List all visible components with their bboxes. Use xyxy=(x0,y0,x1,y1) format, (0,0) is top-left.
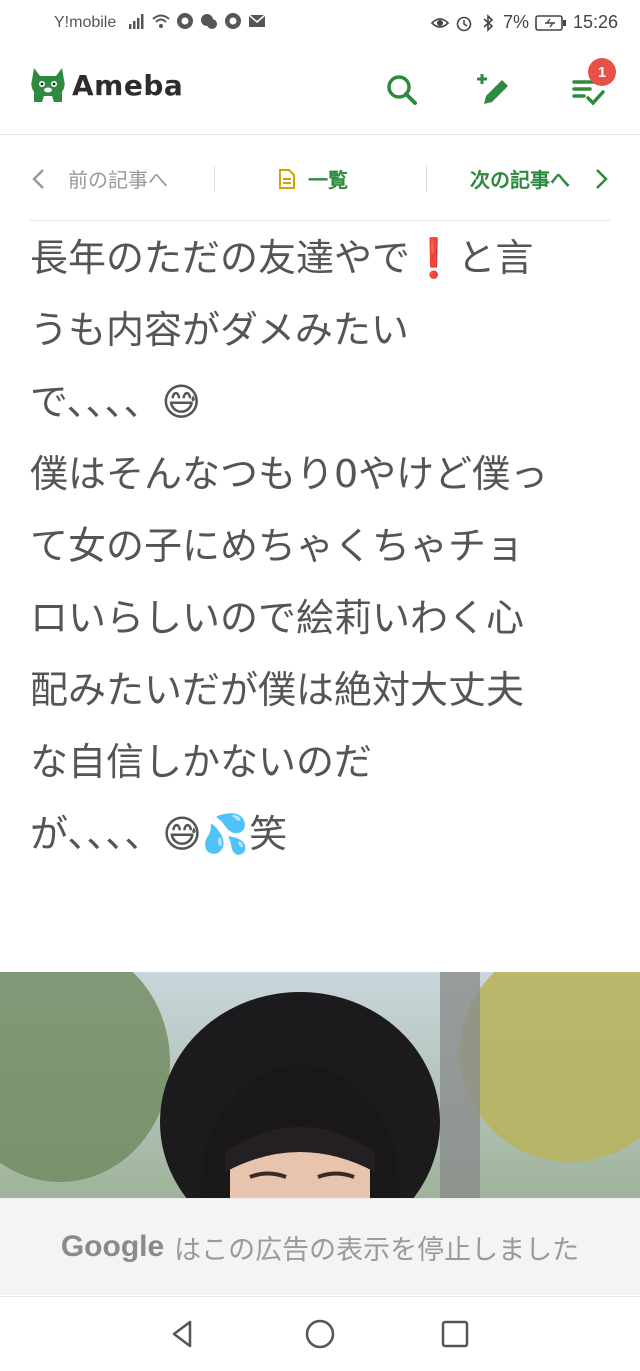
write-post-button[interactable] xyxy=(472,68,516,112)
battery-percent: 7% xyxy=(502,12,529,32)
chevron-right-icon xyxy=(596,168,608,189)
article-list-label: 一覧 xyxy=(308,168,348,192)
chat-app-icon xyxy=(201,14,217,29)
bluetooth-icon xyxy=(483,13,494,32)
search-button[interactable] xyxy=(380,68,424,112)
nav-divider xyxy=(426,166,427,192)
clock: 15:26 xyxy=(572,12,618,32)
status-bar: Y!mobile 7% 15:26 xyxy=(0,0,640,48)
nav-divider xyxy=(214,166,215,192)
search-icon xyxy=(387,75,417,105)
chevron-left-icon xyxy=(32,168,44,189)
chrome-icon-2 xyxy=(225,13,241,29)
article-line: ロいらしいので絵莉いわく心 xyxy=(30,596,525,640)
article-body: 長年のただの友達やで❗と言 うも内容がダメみたい で、、、、😅 僕はそんなつもり… xyxy=(30,222,614,870)
wifi-icon xyxy=(152,14,170,28)
alarm-icon xyxy=(456,16,472,31)
ameba-logo[interactable]: Ameba xyxy=(28,64,183,106)
back-triangle-icon[interactable] xyxy=(166,1317,200,1351)
article-line: 長年のただの友達やで❗と言 xyxy=(30,236,534,280)
article-navigation: 前の記事へ 一覧 次の記事へ xyxy=(30,150,610,221)
pen-plus-icon xyxy=(477,74,508,104)
document-icon xyxy=(279,168,295,189)
chrome-icon xyxy=(177,13,193,29)
article-line: が、、、、😅💦笑 xyxy=(30,812,288,856)
battery-charging-icon xyxy=(535,14,566,31)
ad-stopped-message: はこの広告の表示を停止しました xyxy=(174,1234,580,1266)
google-logo: Google xyxy=(60,1230,165,1263)
eye-comfort-icon xyxy=(430,17,449,28)
carrier-label: Y!mobile xyxy=(54,14,117,31)
next-article-link[interactable]: 次の記事へ xyxy=(470,164,610,193)
article-line: で、、、、😅 xyxy=(30,380,202,424)
signal-icon xyxy=(129,14,144,29)
ameba-mascot-icon xyxy=(31,68,65,102)
article-line: 配みたいだが僕は絶対大丈夫 xyxy=(30,668,525,712)
article-line: な自信しかないのだ xyxy=(30,740,373,784)
notification-badge: 1 xyxy=(588,58,616,86)
reader-list-button[interactable]: 1 xyxy=(566,58,616,112)
article-line: 僕はそんなつもり0やけど僕っ xyxy=(30,452,549,496)
app-header: Ameba 1 xyxy=(0,48,640,135)
recents-square-icon[interactable] xyxy=(438,1317,472,1351)
prev-article-link[interactable]: 前の記事へ xyxy=(30,164,168,193)
article-list-link[interactable]: 一覧 xyxy=(278,164,348,193)
system-navigation-bar xyxy=(0,1296,640,1371)
article-line: て女の子にめちゃくちゃチョ xyxy=(30,524,525,568)
mail-icon xyxy=(248,14,266,27)
home-circle-icon[interactable] xyxy=(303,1317,337,1351)
next-article-label: 次の記事へ xyxy=(470,168,570,192)
ad-stopped-notice: Google はこの広告の表示を停止しました xyxy=(0,1198,640,1295)
portrait-photo xyxy=(0,972,640,1198)
prev-article-label: 前の記事へ xyxy=(68,168,168,192)
article-line: うも内容がダメみたい xyxy=(30,308,409,352)
logo-text: Ameba xyxy=(72,68,184,102)
article-photo[interactable] xyxy=(0,972,640,1198)
